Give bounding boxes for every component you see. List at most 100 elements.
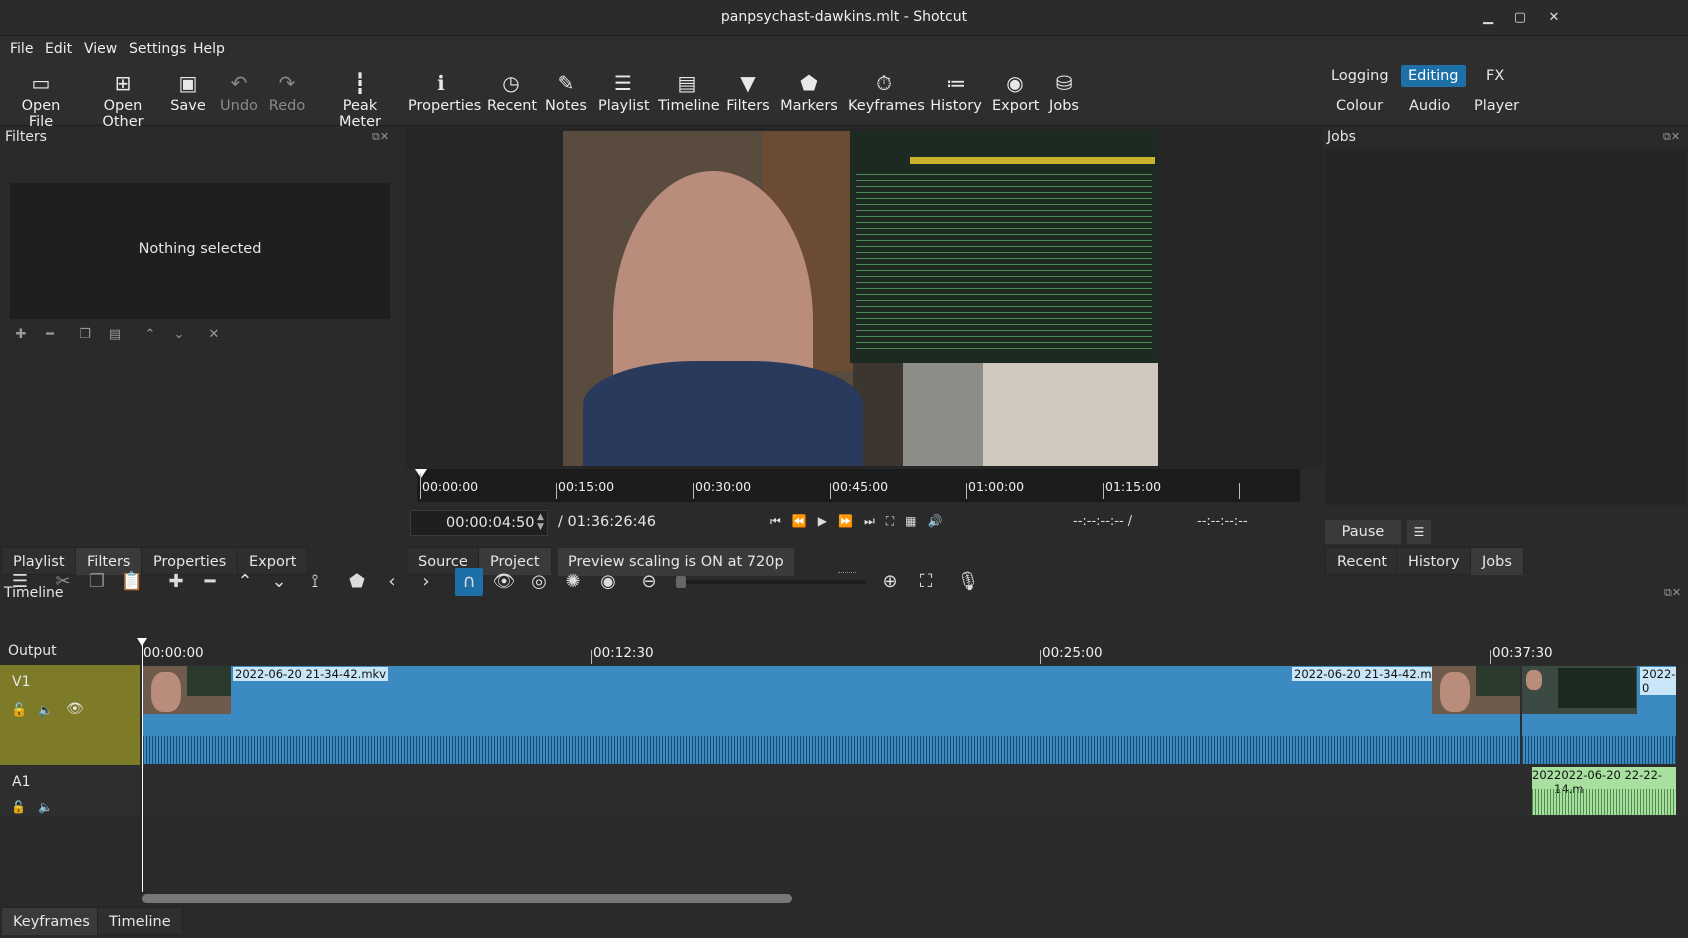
- deselect-icon[interactable]: ✕: [203, 324, 225, 346]
- splitter-handle[interactable]: [838, 572, 856, 575]
- zoom-fit-timeline-icon[interactable]: ⛶: [912, 568, 940, 596]
- visibility-icon[interactable]: 👁: [66, 701, 84, 717]
- timecode-spinner-icon[interactable]: ▲ ▼: [537, 512, 544, 532]
- scrollbar-thumb[interactable]: [142, 894, 792, 903]
- mute-icon[interactable]: 🔈: [38, 800, 53, 814]
- zoom-out-icon[interactable]: ⊖: [635, 568, 663, 596]
- playlist-button[interactable]: ☰ Playlist: [598, 68, 650, 114]
- undo-button[interactable]: ↶ Undo: [220, 68, 258, 114]
- mute-icon[interactable]: 🔈: [38, 703, 53, 717]
- history-button[interactable]: ≔ History: [930, 68, 982, 114]
- scrub-icon[interactable]: 👁: [490, 568, 518, 596]
- skip-next-icon[interactable]: ⏭: [864, 514, 886, 528]
- save-button[interactable]: ▣ Save: [170, 68, 206, 114]
- panel-float-icon[interactable]: ⧉✕: [372, 130, 389, 144]
- next-marker-icon[interactable]: ›: [412, 568, 440, 596]
- filters-button[interactable]: ▼ Filters: [726, 68, 770, 114]
- menu-settings[interactable]: Settings: [129, 41, 186, 57]
- open-other-button[interactable]: ⊞ Open Other: [84, 68, 162, 130]
- zoom-slider-handle[interactable]: [676, 576, 686, 588]
- player-ruler[interactable]: 00:00:00 00:15:00 00:30:00 00:45:00 01:0…: [415, 469, 1300, 502]
- player-playhead-icon[interactable]: [415, 469, 427, 478]
- remove-filter-icon[interactable]: ━: [39, 324, 61, 346]
- ripple-icon[interactable]: ◎: [525, 568, 553, 596]
- minimize-button[interactable]: ▁: [1478, 8, 1498, 28]
- tab-history[interactable]: History: [1396, 547, 1472, 575]
- video-frame[interactable]: [563, 131, 1158, 466]
- lock-icon[interactable]: 🔓: [11, 703, 27, 718]
- redo-button[interactable]: ↷ Redo: [268, 68, 306, 114]
- workspace-audio[interactable]: Audio: [1402, 95, 1457, 117]
- ripple-delete-icon[interactable]: ━: [196, 568, 224, 596]
- tab-timeline[interactable]: Timeline: [97, 907, 183, 935]
- workspace-editing[interactable]: Editing: [1401, 65, 1466, 87]
- move-down-icon[interactable]: ⌄: [168, 324, 190, 346]
- timecode-field[interactable]: 00:00:04:50 ▲ ▼: [410, 510, 548, 536]
- grid-icon[interactable]: ▦: [905, 514, 927, 528]
- tab-jobs[interactable]: Jobs: [1470, 547, 1524, 575]
- track-header-a1[interactable]: A1 🔓 🔈: [0, 766, 140, 816]
- properties-button[interactable]: ℹ Properties: [408, 68, 481, 114]
- add-filter-icon[interactable]: ✚: [10, 324, 32, 346]
- cut-icon[interactable]: ✂: [49, 568, 77, 596]
- jobs-button[interactable]: ⛁ Jobs: [1046, 68, 1082, 114]
- keyframes-button[interactable]: ⏱ Keyframes: [848, 68, 925, 114]
- recent-button[interactable]: ◷ Recent: [487, 68, 537, 114]
- zoom-in-icon[interactable]: ⊕: [876, 568, 904, 596]
- workspace-colour[interactable]: Colour: [1329, 95, 1390, 117]
- timeline-ruler[interactable]: 00:00:00 00:12:30 00:25:00 00:37:30: [142, 638, 1688, 665]
- markers-button[interactable]: ⬟ Markers: [780, 68, 838, 114]
- tab-keyframes[interactable]: Keyframes: [1, 907, 102, 935]
- skip-previous-icon[interactable]: ⏮: [770, 514, 792, 528]
- snap-icon[interactable]: ∩: [455, 568, 483, 596]
- copy-icon[interactable]: ❐: [83, 568, 111, 596]
- menu-help[interactable]: Help: [193, 41, 225, 57]
- ripple-markers-icon[interactable]: ◉: [594, 568, 622, 596]
- zoom-fit-icon[interactable]: ⛶: [886, 514, 905, 528]
- paste-icon[interactable]: 📋: [118, 568, 146, 596]
- fast-forward-icon[interactable]: ⏩: [838, 514, 864, 528]
- clip-v1-2[interactable]: 2022-0: [1522, 666, 1676, 764]
- timeline-playhead[interactable]: [142, 638, 143, 900]
- workspace-fx[interactable]: FX: [1479, 65, 1511, 87]
- maximize-button[interactable]: ▢: [1510, 8, 1530, 28]
- tab-recent[interactable]: Recent: [1325, 547, 1400, 575]
- split-icon[interactable]: ⟟: [301, 568, 329, 596]
- clip-v1-1[interactable]: 2022-06-20 21-34-42.mkv 2022-06-20 21-34…: [143, 666, 1520, 764]
- zoom-slider[interactable]: [676, 576, 866, 588]
- playhead-handle-icon[interactable]: [137, 638, 147, 646]
- menu-view[interactable]: View: [84, 41, 117, 57]
- workspace-player[interactable]: Player: [1467, 95, 1526, 117]
- timeline-button[interactable]: ▤ Timeline: [658, 68, 720, 114]
- open-file-button[interactable]: ▭ Open File: [10, 68, 72, 130]
- panel-float-icon[interactable]: ⧉✕: [1664, 586, 1681, 600]
- timeline-scrollbar[interactable]: [142, 892, 1688, 904]
- peak-meter-button[interactable]: ┇ Peak Meter: [324, 68, 396, 130]
- rewind-icon[interactable]: ⏪: [792, 514, 818, 528]
- record-audio-icon[interactable]: 🎙: [954, 568, 982, 596]
- export-button[interactable]: ◉ Export: [992, 68, 1039, 114]
- previous-marker-icon[interactable]: ‹: [378, 568, 406, 596]
- lift-icon[interactable]: ⌃: [231, 568, 259, 596]
- lock-icon[interactable]: 🔓: [11, 800, 26, 814]
- ripple-all-icon[interactable]: ✺: [559, 568, 587, 596]
- close-button[interactable]: ✕: [1544, 8, 1564, 28]
- workspace-logging[interactable]: Logging: [1324, 65, 1396, 87]
- timeline-menu-icon[interactable]: ☰: [6, 568, 34, 596]
- copy-filter-icon[interactable]: ❐: [74, 324, 96, 346]
- add-marker-icon[interactable]: ⬟: [343, 568, 371, 596]
- menu-edit[interactable]: Edit: [45, 41, 72, 57]
- clip-a1[interactable]: 202 2022-06-20 22-22-14.m: [1532, 767, 1676, 815]
- volume-icon[interactable]: 🔊: [928, 514, 954, 528]
- append-icon[interactable]: ✚: [162, 568, 190, 596]
- notes-button[interactable]: ✎ Notes: [545, 68, 587, 114]
- track-header-v1[interactable]: V1 🔓 🔈 👁: [0, 665, 140, 765]
- panel-float-icon[interactable]: ⧉✕: [1663, 130, 1680, 144]
- jobs-menu-icon[interactable]: ☰: [1407, 520, 1431, 544]
- play-icon[interactable]: ▶: [818, 514, 838, 528]
- menu-file[interactable]: File: [10, 41, 33, 57]
- overwrite-icon[interactable]: ⌄: [265, 568, 293, 596]
- pause-button[interactable]: Pause: [1325, 520, 1401, 544]
- paste-filter-icon[interactable]: ▤: [104, 324, 126, 346]
- move-up-icon[interactable]: ⌃: [139, 324, 161, 346]
